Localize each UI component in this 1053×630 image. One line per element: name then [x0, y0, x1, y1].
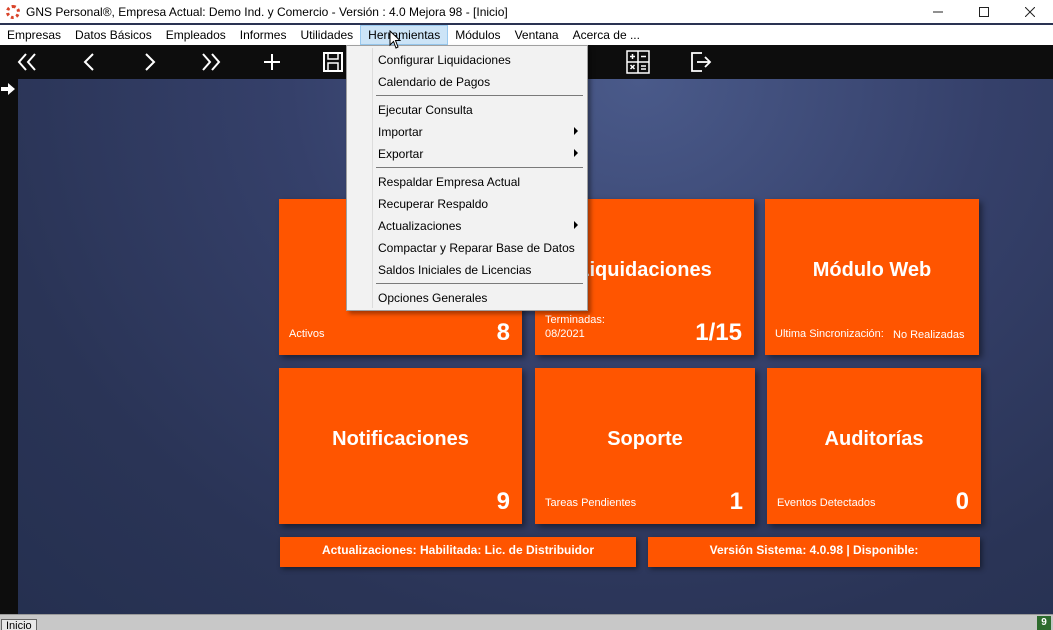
next-icon: [145, 53, 156, 71]
tile-soporte[interactable]: Soporte Tareas Pendientes 1: [535, 368, 755, 524]
menu-modulos[interactable]: Módulos: [448, 25, 507, 45]
add-icon: [264, 54, 280, 70]
calculator-icon: [626, 50, 650, 74]
menu-separator: [376, 283, 583, 284]
first-icon: [17, 53, 36, 71]
close-icon: [1025, 6, 1035, 17]
submenu-arrow-icon: [574, 221, 578, 229]
tile-notificaciones[interactable]: Notificaciones 9: [279, 368, 522, 524]
menu-item-opciones-generales[interactable]: Opciones Generales: [378, 291, 487, 305]
tile-modulo-web-title: Módulo Web: [812, 259, 932, 281]
tile-empleados-value: 8: [496, 319, 510, 346]
tile-notificaciones-value: 9: [496, 488, 510, 515]
submenu-arrow-icon: [574, 149, 578, 157]
last-icon: [202, 53, 221, 71]
tile-modulo-web-sub: Ultima Sincronización:: [775, 328, 884, 340]
tile-auditorias-sub: Eventos Detectados: [777, 497, 876, 509]
menu-item-calendario-de-pagos[interactable]: Calendario de Pagos: [378, 75, 490, 89]
submenu-arrow-icon: [574, 127, 578, 135]
left-panel-strip: [0, 79, 18, 614]
gns-logo-icon[interactable]: [6, 4, 20, 19]
tile-modulo-web-status: No Realizadas: [893, 329, 965, 341]
tile-liquidaciones-sub2: 08/2021: [545, 328, 585, 340]
tile-auditorias-title: Auditorías: [824, 428, 924, 450]
tile-soporte-sub: Tareas Pendientes: [545, 497, 637, 509]
menu-gutter: [372, 48, 373, 308]
next-record-button[interactable]: [137, 50, 163, 74]
first-record-button[interactable]: [14, 50, 40, 74]
notification-badge[interactable]: 9: [1037, 616, 1051, 630]
status-bar: Inicio 9: [0, 614, 1053, 630]
minimize-button[interactable]: [915, 0, 961, 23]
menu-item-saldos-iniciales[interactable]: Saldos Iniciales de Licencias: [378, 263, 531, 277]
tile-auditorias[interactable]: Auditorías Eventos Detectados 0: [767, 368, 981, 524]
menu-item-importar[interactable]: Importar: [378, 125, 423, 139]
last-record-button[interactable]: [198, 50, 224, 74]
menu-item-configurar-liquidaciones[interactable]: Configurar Liquidaciones: [378, 53, 511, 67]
menu-utilidades[interactable]: Utilidades: [293, 25, 360, 45]
menu-separator: [376, 95, 583, 96]
window-title: GNS Personal®, Empresa Actual: Demo Ind.…: [26, 4, 508, 19]
menu-herramientas[interactable]: Herramientas: [360, 25, 449, 45]
menu-separator: [376, 167, 583, 168]
tile-soporte-title: Soporte: [607, 428, 683, 450]
menu-ventana[interactable]: Ventana: [508, 25, 566, 45]
menu-empresas[interactable]: Empresas: [0, 25, 68, 45]
prev-icon: [83, 53, 94, 71]
menu-item-respaldar-empresa-actual[interactable]: Respaldar Empresa Actual: [378, 175, 520, 189]
exit-button[interactable]: [688, 50, 714, 74]
add-record-button[interactable]: [259, 50, 285, 74]
close-button[interactable]: [1007, 0, 1053, 23]
tile-notificaciones-title: Notificaciones: [332, 428, 469, 450]
menu-item-ejecutar-consulta[interactable]: Ejecutar Consulta: [378, 103, 473, 117]
mouse-cursor-icon: [389, 30, 402, 49]
maximize-icon: [979, 6, 989, 17]
menu-item-actualizaciones[interactable]: Actualizaciones: [378, 219, 461, 233]
tile-modulo-web[interactable]: Módulo Web Ultima Sincronización: No Rea…: [765, 199, 979, 355]
previous-record-button[interactable]: [76, 50, 102, 74]
menu-bar: Empresas Datos Básicos Empleados Informe…: [0, 25, 1053, 45]
tile-liquidaciones-sub1: Terminadas:: [545, 314, 605, 326]
version-status-bar[interactable]: Versión Sistema: 4.0.98 | Disponible:: [648, 537, 980, 567]
menu-acerca-de[interactable]: Acerca de ...: [566, 25, 647, 45]
exit-icon: [691, 52, 712, 72]
title-bar: GNS Personal®, Empresa Actual: Demo Ind.…: [0, 0, 1053, 23]
calculator-button[interactable]: [625, 50, 651, 74]
menu-item-recuperar-respaldo[interactable]: Recuperar Respaldo: [378, 197, 488, 211]
herramientas-dropdown-menu: Configurar Liquidaciones Calendario de P…: [346, 45, 588, 311]
window-tab-inicio[interactable]: Inicio: [1, 619, 37, 630]
minimize-icon: [933, 11, 943, 12]
updates-status-bar[interactable]: Actualizaciones: Habilitada: Lic. de Dis…: [280, 537, 636, 567]
menu-datos-basicos[interactable]: Datos Básicos: [68, 25, 159, 45]
tile-auditorias-value: 0: [955, 488, 969, 515]
tile-empleados-sub: Activos: [289, 328, 325, 340]
menu-item-exportar[interactable]: Exportar: [378, 147, 423, 161]
menu-item-compactar-reparar[interactable]: Compactar y Reparar Base de Datos: [378, 241, 575, 255]
arrow-right-icon[interactable]: [1, 83, 15, 95]
menu-empleados[interactable]: Empleados: [159, 25, 233, 45]
save-icon: [323, 52, 343, 72]
tile-soporte-value: 1: [729, 488, 743, 515]
maximize-button[interactable]: [961, 0, 1007, 23]
tile-liquidaciones-value: 1/15: [695, 319, 742, 346]
menu-informes[interactable]: Informes: [233, 25, 294, 45]
save-button[interactable]: [320, 50, 346, 74]
